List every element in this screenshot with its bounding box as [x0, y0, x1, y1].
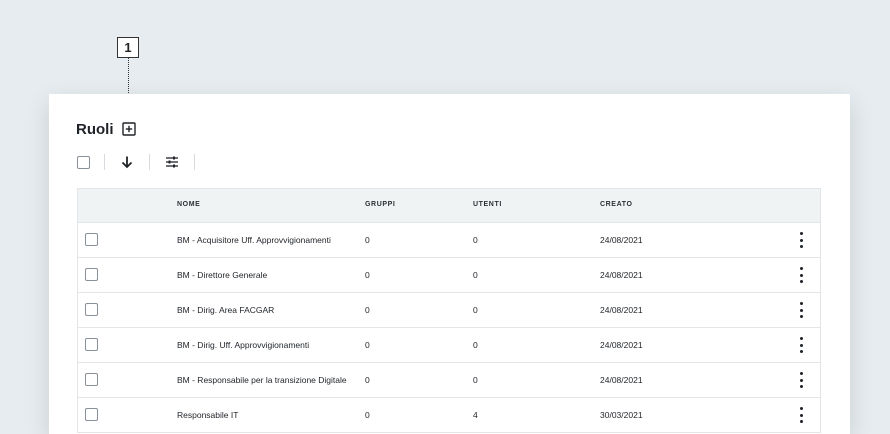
- table-toolbar: [77, 152, 209, 172]
- row-checkbox[interactable]: [85, 408, 98, 421]
- role-name: BM - Dirig. Area FACGAR: [177, 305, 275, 315]
- created-date: 24/08/2021: [600, 340, 643, 350]
- more-vertical-icon[interactable]: [797, 302, 805, 318]
- more-vertical-icon[interactable]: [797, 232, 805, 248]
- created-date: 24/08/2021: [600, 270, 643, 280]
- filter-button[interactable]: [164, 154, 180, 170]
- groups-count: 0: [365, 410, 370, 420]
- table-row[interactable]: BM - Direttore Generale 0 0 24/08/2021: [78, 258, 820, 293]
- role-name: BM - Dirig. Uff. Approvvigionamenti: [177, 340, 310, 350]
- groups-count: 0: [365, 375, 370, 385]
- select-all-checkbox[interactable]: [77, 155, 90, 169]
- users-count: 0: [473, 235, 478, 245]
- roles-panel: Ruoli NOME GRUPPI UTENTI CREATO BM - Acq…: [49, 94, 850, 434]
- created-date: 24/08/2021: [600, 375, 643, 385]
- users-count: 4: [473, 410, 478, 420]
- add-role-button[interactable]: [122, 122, 136, 136]
- groups-count: 0: [365, 340, 370, 350]
- role-name: BM - Responsabile per la transizione Dig…: [177, 375, 347, 385]
- plus-square-icon: [122, 122, 136, 136]
- more-vertical-icon[interactable]: [797, 372, 805, 388]
- created-date: 24/08/2021: [600, 235, 643, 245]
- role-name: BM - Acquisitore Uff. Approvvigionamenti: [177, 235, 331, 245]
- users-count: 0: [473, 375, 478, 385]
- groups-count: 0: [365, 305, 370, 315]
- arrow-down-icon: [121, 156, 133, 169]
- row-checkbox[interactable]: [85, 233, 98, 246]
- groups-count: 0: [365, 270, 370, 280]
- column-header-utenti[interactable]: UTENTI: [473, 201, 502, 208]
- table-row[interactable]: BM - Dirig. Area FACGAR 0 0 24/08/2021: [78, 293, 820, 328]
- role-name: Responsabile IT: [177, 410, 239, 420]
- table-row[interactable]: BM - Responsabile per la transizione Dig…: [78, 363, 820, 398]
- row-checkbox[interactable]: [85, 268, 98, 281]
- more-vertical-icon[interactable]: [797, 337, 805, 353]
- toolbar-divider: [194, 154, 195, 170]
- column-header-nome[interactable]: NOME: [177, 201, 200, 208]
- created-date: 30/03/2021: [600, 410, 643, 420]
- more-vertical-icon[interactable]: [797, 407, 805, 423]
- column-header-creato[interactable]: CREATO: [600, 201, 633, 208]
- users-count: 0: [473, 340, 478, 350]
- callout-badge: 1: [117, 37, 139, 58]
- roles-table: NOME GRUPPI UTENTI CREATO BM - Acquisito…: [77, 188, 821, 433]
- row-checkbox[interactable]: [85, 373, 98, 386]
- sliders-icon: [166, 156, 178, 168]
- created-date: 24/08/2021: [600, 305, 643, 315]
- page-title: Ruoli: [76, 121, 114, 138]
- users-count: 0: [473, 305, 478, 315]
- table-row[interactable]: BM - Acquisitore Uff. Approvvigionamenti…: [78, 223, 820, 258]
- row-checkbox[interactable]: [85, 338, 98, 351]
- sort-button[interactable]: [119, 154, 135, 170]
- table-row[interactable]: Responsabile IT 0 4 30/03/2021: [78, 398, 820, 433]
- table-header: NOME GRUPPI UTENTI CREATO: [78, 188, 820, 223]
- more-vertical-icon[interactable]: [797, 267, 805, 283]
- users-count: 0: [473, 270, 478, 280]
- table-row[interactable]: BM - Dirig. Uff. Approvvigionamenti 0 0 …: [78, 328, 820, 363]
- groups-count: 0: [365, 235, 370, 245]
- column-header-gruppi[interactable]: GRUPPI: [365, 201, 395, 208]
- toolbar-divider: [104, 154, 105, 170]
- toolbar-divider: [149, 154, 150, 170]
- row-checkbox[interactable]: [85, 303, 98, 316]
- role-name: BM - Direttore Generale: [177, 270, 268, 280]
